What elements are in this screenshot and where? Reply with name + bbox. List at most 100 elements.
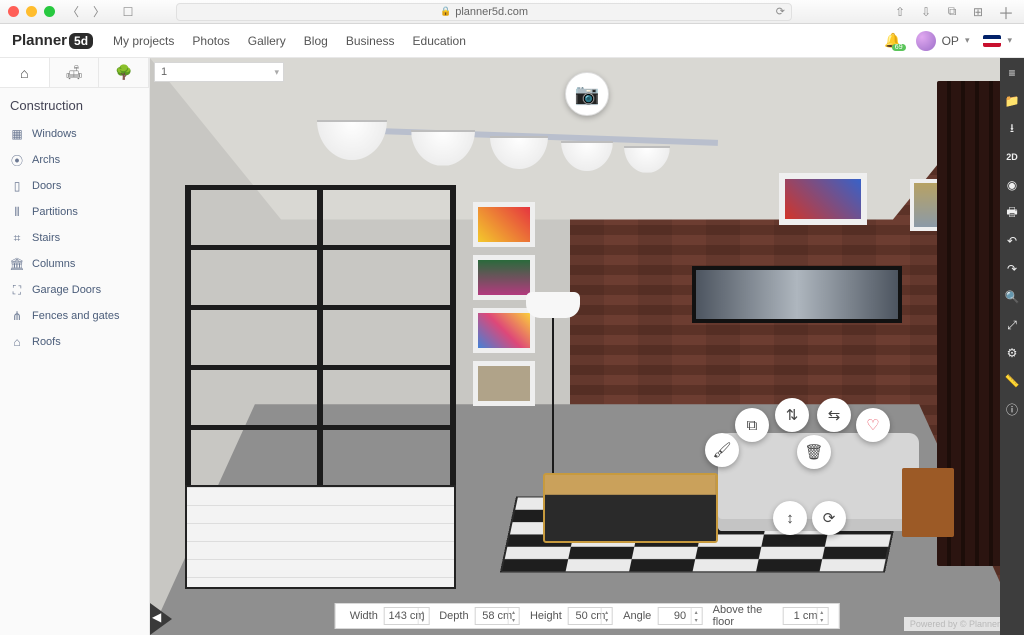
menu-blog[interactable]: Blog <box>304 34 328 48</box>
print-button[interactable]: 🖶 <box>1003 204 1021 222</box>
depth-input[interactable]: 58 cm▴▾ <box>475 607 520 625</box>
menu-gallery[interactable]: Gallery <box>248 34 286 48</box>
drawer-cabinets <box>185 485 456 589</box>
logo[interactable]: Planner 5d <box>12 32 93 49</box>
category-list: ▦Windows ⦿Archs ▯Doors ⦀Partitions ⌗Stai… <box>0 121 149 355</box>
side-table <box>902 468 954 537</box>
wall-art-column <box>473 202 534 414</box>
sidebar-item-windows[interactable]: ▦Windows <box>0 121 149 147</box>
object-flip-horizontal-button[interactable]: ⇆ <box>817 398 851 432</box>
workspace: ⌂ 🛋 🌳 Construction ▦Windows ⦿Archs ▯Door… <box>0 58 1024 635</box>
render-button[interactable]: ◉ <box>1003 176 1021 194</box>
coffee-table-selected[interactable] <box>543 473 718 542</box>
sofa-icon: 🛋 <box>65 64 83 81</box>
object-paint-button[interactable]: 🖌 <box>705 433 739 467</box>
redo-button[interactable]: ↷ <box>1003 260 1021 278</box>
width-input[interactable]: 143 cm▴▾ <box>384 607 429 625</box>
sidebar-item-doors[interactable]: ▯Doors <box>0 173 149 199</box>
height-input[interactable]: 50 cm▴▾ <box>568 607 613 625</box>
tree-icon: 🌳 <box>115 64 132 81</box>
object-delete-button[interactable]: 🗑 <box>797 435 831 469</box>
address-bar[interactable]: 🔒 planner5d.com ⟳ <box>176 3 792 21</box>
tabs-icon[interactable]: ⊞ <box>967 3 989 21</box>
back-button[interactable]: 〈 <box>62 3 84 21</box>
heart-icon: ♡ <box>866 416 879 434</box>
height-stepper[interactable]: ▴▾ <box>601 608 611 624</box>
language-menu[interactable]: ▾ <box>983 35 1012 47</box>
forward-button[interactable]: 〉 <box>88 3 110 21</box>
layers-button[interactable]: ≡ <box>1003 64 1021 82</box>
minimize-window-icon[interactable] <box>26 6 37 17</box>
close-window-icon[interactable] <box>8 6 19 17</box>
angle-stepper[interactable]: ▴▾ <box>691 608 701 624</box>
sidebar-item-label: Garage Doors <box>32 284 101 296</box>
tab-furniture[interactable]: 🛋 <box>50 58 100 87</box>
sidebar-item-stairs[interactable]: ⌗Stairs <box>0 225 149 251</box>
logo-badge: 5d <box>69 33 93 49</box>
share-icon[interactable]: ⇧ <box>889 3 911 21</box>
collapse-sidebar-button[interactable] <box>150 603 172 635</box>
logo-text: Planner <box>12 32 67 49</box>
help-button[interactable]: ⓘ <box>1003 400 1021 418</box>
ruler-button[interactable]: 📏 <box>1003 372 1021 390</box>
sidebar-toggle-icon[interactable]: ☐ <box>117 3 139 21</box>
trash-icon: 🗑 <box>804 443 823 461</box>
avatar-icon <box>916 31 936 51</box>
user-menu[interactable]: OP ▾ <box>916 31 970 51</box>
menu-business[interactable]: Business <box>346 34 395 48</box>
sidebar-item-fences[interactable]: ⋔Fences and gates <box>0 303 149 329</box>
floor-selector[interactable]: 1 <box>154 62 284 82</box>
object-rotate-button[interactable]: ⟳ <box>812 501 846 535</box>
gear-icon: ⚙ <box>1007 346 1018 360</box>
width-stepper[interactable]: ▴▾ <box>417 608 427 624</box>
new-tab-button[interactable]: ＋ <box>996 0 1016 24</box>
wall-art-framed-1 <box>779 173 866 225</box>
zoom-button[interactable]: 🔍 <box>1003 288 1021 306</box>
above-stepper[interactable]: ▴▾ <box>816 608 826 624</box>
tab-exterior[interactable]: 🌳 <box>99 58 149 87</box>
sidebar-item-partitions[interactable]: ⦀Partitions <box>0 199 149 225</box>
copy-icon[interactable]: ⧉ <box>941 3 963 21</box>
lock-icon: 🔒 <box>440 6 451 17</box>
menu-education[interactable]: Education <box>413 34 466 48</box>
undo-button[interactable]: ↶ <box>1003 232 1021 250</box>
depth-stepper[interactable]: ▴▾ <box>508 608 518 624</box>
object-flip-vertical-button[interactable]: ⇅ <box>775 398 809 432</box>
notifications-button[interactable]: 🔔 69 <box>884 32 901 49</box>
header-right: 🔔 69 OP ▾ ▾ <box>884 31 1012 51</box>
settings-button[interactable]: ⚙ <box>1003 344 1021 362</box>
object-favorite-button[interactable]: ♡ <box>856 408 890 442</box>
reload-icon[interactable]: ⟳ <box>776 5 785 18</box>
folder-button[interactable]: 📁 <box>1003 92 1021 110</box>
chevron-down-icon: ▾ <box>1007 35 1012 46</box>
maximize-window-icon[interactable] <box>44 6 55 17</box>
menu-photos[interactable]: Photos <box>192 34 229 48</box>
column-icon: 🏛 <box>10 257 24 271</box>
sidebar-item-columns[interactable]: 🏛Columns <box>0 251 149 277</box>
angle-input[interactable]: 90▴▾ <box>657 607 702 625</box>
chevron-down-icon: ▾ <box>965 35 970 46</box>
tab-construction[interactable]: ⌂ <box>0 58 50 87</box>
info-icon: ⓘ <box>1006 401 1018 418</box>
object-copy-button[interactable]: ⧉ <box>735 408 769 442</box>
sidebar-title: Construction <box>0 88 149 121</box>
view-2d-button[interactable]: 2D <box>1003 148 1021 166</box>
folder-icon: 📁 <box>1005 94 1020 108</box>
object-elevate-button[interactable]: ↕ <box>773 501 807 535</box>
garage-icon: ⛶ <box>10 283 24 297</box>
fullscreen-button[interactable]: ⤢ <box>1003 316 1021 334</box>
width-label: Width <box>350 610 378 622</box>
download-icon[interactable]: ⇩ <box>915 3 937 21</box>
sidebar-item-garage-doors[interactable]: ⛶ Garage Doors <box>0 277 149 303</box>
menu-my-projects[interactable]: My projects <box>113 34 174 48</box>
ruler-icon: 📏 <box>1005 374 1020 388</box>
sidebar-item-archs[interactable]: ⦿Archs <box>0 147 149 173</box>
snapshot-button[interactable]: 📷 <box>565 72 609 116</box>
camera-icon: 📷 <box>575 82 600 107</box>
dimension-bar: Width 143 cm▴▾ Depth 58 cm▴▾ Height 50 c… <box>335 603 840 629</box>
sidebar-item-label: Roofs <box>32 336 61 348</box>
above-floor-input[interactable]: 1 cm▴▾ <box>783 607 828 625</box>
canvas-3d[interactable]: 1 📷 <box>150 58 1024 635</box>
sidebar-item-roofs[interactable]: ⌂Roofs <box>0 329 149 355</box>
save-button[interactable]: ⭳ <box>1003 120 1021 138</box>
